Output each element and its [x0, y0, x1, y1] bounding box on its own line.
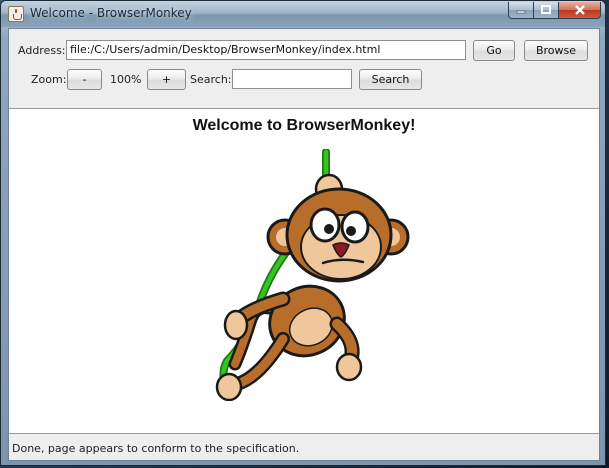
- navigation-toolbar: Address: file:/C:/Users/admin/Desktop/Br…: [9, 29, 599, 108]
- address-input[interactable]: file:/C:/Users/admin/Desktop/BrowserMonk…: [66, 40, 466, 60]
- go-button[interactable]: Go: [473, 40, 515, 61]
- browser-window: Welcome - BrowserMonkey Address: file:/C…: [0, 0, 606, 466]
- search-label: Search:: [190, 73, 232, 86]
- close-icon: [574, 5, 585, 15]
- status-bar: Done, page appears to conform to the spe…: [9, 435, 599, 460]
- title-bar[interactable]: Welcome - BrowserMonkey: [1, 1, 605, 27]
- monkey-left-eye: [309, 207, 341, 243]
- minimize-icon: [516, 10, 526, 14]
- page-content[interactable]: Welcome to BrowserMonkey!: [9, 108, 599, 434]
- monkey-foot: [215, 372, 243, 401]
- maximize-icon: [541, 5, 551, 14]
- address-label: Address:: [18, 44, 66, 57]
- close-button[interactable]: [558, 2, 601, 19]
- zoom-out-button[interactable]: -: [67, 69, 102, 90]
- monkey-illustration: [215, 149, 410, 401]
- monkey-left-hand: [223, 309, 249, 341]
- status-text: Done, page appears to conform to the spe…: [12, 442, 300, 455]
- client-area: Address: file:/C:/Users/admin/Desktop/Br…: [8, 28, 600, 461]
- browse-button[interactable]: Browse: [524, 40, 588, 61]
- minimize-button[interactable]: [508, 2, 534, 19]
- zoom-label: Zoom:: [31, 73, 67, 86]
- monkey-right-hand: [335, 352, 363, 382]
- zoom-level: 100%: [110, 73, 142, 86]
- monkey-right-eye: [340, 210, 370, 244]
- maximize-button[interactable]: [533, 2, 559, 19]
- zoom-in-button[interactable]: +: [147, 69, 186, 90]
- search-button[interactable]: Search: [359, 69, 422, 90]
- window-title: Welcome - BrowserMonkey: [30, 6, 192, 20]
- search-input[interactable]: [232, 69, 352, 89]
- page-heading: Welcome to BrowserMonkey!: [192, 117, 416, 134]
- java-app-icon[interactable]: [8, 6, 24, 22]
